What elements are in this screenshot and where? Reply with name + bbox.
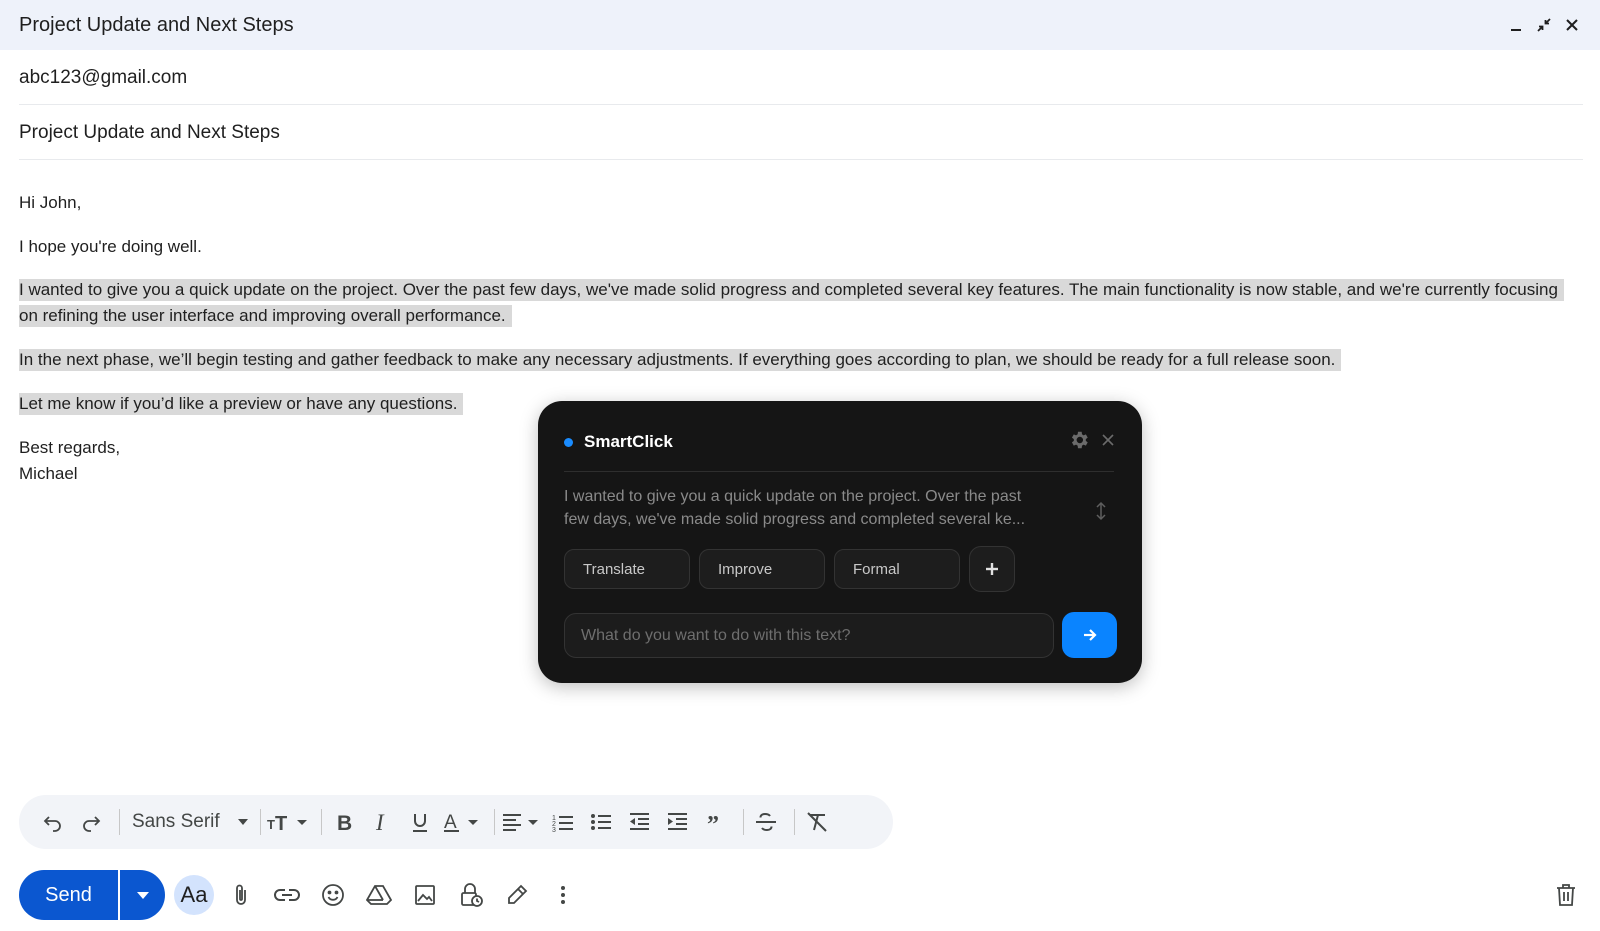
chevron-down-icon: [237, 819, 248, 825]
subject-field[interactable]: Project Update and Next Steps: [19, 106, 1583, 160]
svg-text:B: B: [337, 812, 352, 833]
divider: [259, 809, 261, 835]
body-line: I hope you're doing well.: [19, 237, 202, 256]
divider: [793, 809, 795, 835]
indent-less-icon[interactable]: [623, 806, 655, 838]
send-group: Send: [19, 870, 165, 920]
smartclick-header: SmartClick: [564, 429, 1114, 455]
plus-icon: [986, 563, 998, 575]
svg-text:”: ”: [707, 812, 719, 832]
confidential-mode-icon[interactable]: [452, 876, 490, 914]
numbered-list-icon[interactable]: 123: [547, 806, 579, 838]
selected-text-preview: I wanted to give you a quick update on t…: [564, 485, 1072, 531]
subject-text: Project Update and Next Steps: [19, 121, 280, 143]
minimize-icon[interactable]: [1507, 16, 1525, 34]
chevron-down-icon: [136, 891, 149, 899]
formatting-options-button[interactable]: Aa: [174, 875, 214, 915]
text-size-icon[interactable]: TT: [267, 806, 309, 838]
divider: [742, 809, 744, 835]
status-dot-icon: [564, 437, 573, 447]
divider: [564, 471, 1114, 472]
compose-title: Project Update and Next Steps: [19, 13, 294, 36]
add-action-button[interactable]: [969, 546, 1015, 592]
arrow-right-icon: [1083, 629, 1097, 641]
redo-icon[interactable]: [75, 806, 107, 838]
text-color-icon[interactable]: A: [442, 806, 482, 838]
svg-text:A: A: [444, 812, 457, 833]
align-icon[interactable]: [501, 806, 541, 838]
underline-icon[interactable]: [404, 806, 436, 838]
selected-text: Let me know if you’d like a preview or h…: [19, 393, 464, 415]
emoji-icon[interactable]: [314, 876, 352, 914]
selected-text: I wanted to give you a quick update on t…: [19, 279, 1564, 327]
svg-text:I: I: [375, 811, 385, 833]
body-paragraph-selected: I wanted to give you a quick update on t…: [19, 277, 1579, 329]
exit-fullscreen-icon[interactable]: [1535, 16, 1553, 34]
link-icon[interactable]: [268, 876, 306, 914]
smartclick-title: SmartClick: [584, 432, 673, 451]
body-greeting: Hi John,: [19, 193, 82, 212]
drive-icon[interactable]: [360, 876, 398, 914]
gear-icon[interactable]: [1068, 429, 1090, 456]
font-select[interactable]: Sans Serif: [126, 811, 254, 833]
bold-icon[interactable]: B: [328, 806, 360, 838]
photo-icon[interactable]: [406, 876, 444, 914]
to-field[interactable]: abc123@gmail.com: [19, 52, 1583, 105]
more-options-icon[interactable]: [544, 876, 582, 914]
quote-icon[interactable]: ”: [699, 806, 731, 838]
bulleted-list-icon[interactable]: [585, 806, 617, 838]
preview-line: few days, we've made solid progress and …: [564, 511, 1026, 528]
formal-button[interactable]: Formal: [834, 549, 960, 589]
preview-line: I wanted to give you a quick update on t…: [564, 488, 1022, 505]
strikethrough-icon[interactable]: [750, 806, 782, 838]
trash-icon[interactable]: [1552, 880, 1580, 910]
send-button[interactable]: Send: [19, 870, 118, 920]
attach-icon[interactable]: [222, 876, 260, 914]
improve-button[interactable]: Improve: [699, 549, 825, 589]
submit-button[interactable]: [1062, 612, 1117, 658]
svg-text:T: T: [267, 817, 275, 832]
indent-more-icon[interactable]: [661, 806, 693, 838]
translate-button[interactable]: Translate: [564, 549, 690, 589]
body-signature: Michael: [19, 464, 78, 483]
prompt-input[interactable]: [564, 613, 1054, 658]
body-paragraph-selected: Let me know if you’d like a preview or h…: [19, 391, 464, 417]
divider: [119, 809, 120, 835]
smartclick-popup: SmartClick I wanted to give you a quick …: [538, 401, 1142, 683]
compose-actions: Aa: [174, 874, 582, 916]
clear-formatting-icon[interactable]: [801, 806, 833, 838]
formatting-toolbar: Sans Serif TT B I A 123 ”: [19, 795, 893, 849]
recipient-email: abc123@gmail.com: [19, 67, 188, 88]
font-name: Sans Serif: [132, 811, 220, 832]
send-options-button[interactable]: [120, 870, 165, 920]
body-paragraph-selected: In the next phase, we’ll begin testing a…: [19, 347, 1342, 373]
quick-actions: Translate Improve Formal: [564, 546, 1015, 592]
body-signoff: Best regards,: [19, 438, 121, 457]
close-icon[interactable]: [1563, 16, 1581, 34]
italic-icon[interactable]: I: [366, 806, 398, 838]
signature-icon[interactable]: [498, 876, 536, 914]
divider: [320, 809, 322, 835]
undo-icon[interactable]: [37, 806, 69, 838]
selected-text: In the next phase, we’ll begin testing a…: [19, 349, 1342, 371]
divider: [493, 809, 495, 835]
compose-title-bar[interactable]: Project Update and Next Steps: [0, 0, 1600, 50]
close-icon[interactable]: [1102, 433, 1114, 451]
svg-text:T: T: [275, 813, 287, 833]
svg-text:3: 3: [552, 827, 556, 832]
expand-icon[interactable]: [1094, 501, 1108, 521]
